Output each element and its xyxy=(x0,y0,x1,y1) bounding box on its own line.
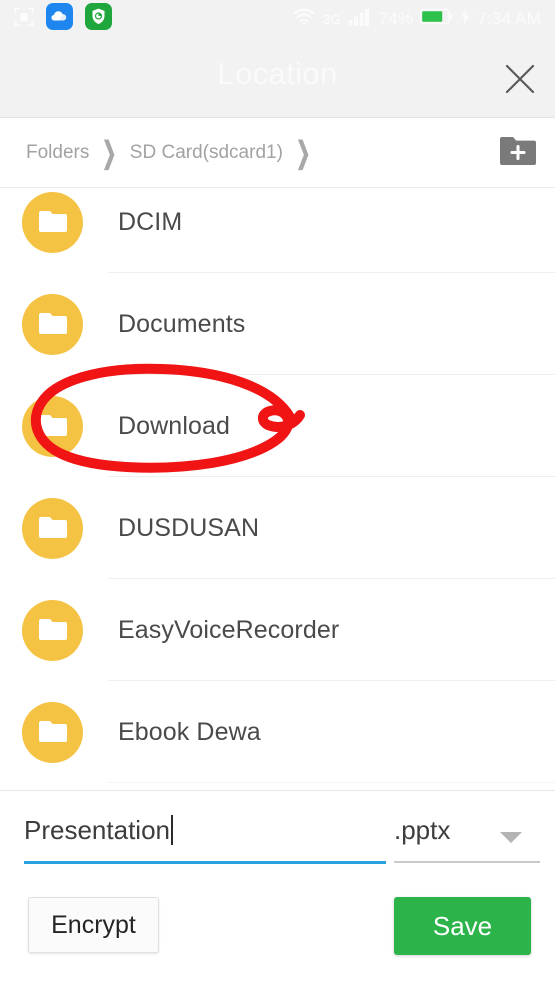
title-bar: Location xyxy=(0,38,555,118)
breadcrumb: Folders ❯ SD Card(sdcard1) ❯ xyxy=(0,118,555,188)
clock-label: 7:34 AM xyxy=(477,9,541,28)
folder-list-inner: DCIM Documents Download DUSDUSAN EasyVoi… xyxy=(0,189,555,783)
new-folder-button[interactable] xyxy=(495,133,541,173)
list-item-label: Documents xyxy=(118,309,246,338)
chevron-right-icon: ❯ xyxy=(295,134,311,169)
status-bar: 3G 74% 7:34 AM xyxy=(0,0,555,38)
folder-icon xyxy=(22,293,83,355)
folder-icon xyxy=(22,395,83,457)
battery-percent-label: 74% xyxy=(378,9,414,28)
charging-bolt-icon xyxy=(461,8,470,30)
list-item-label: Ebook Dewa xyxy=(118,717,261,746)
status-bar-right-indicators: 3G 74% 7:34 AM xyxy=(292,7,541,31)
filename-value: Presentation xyxy=(24,815,170,845)
wifi-icon xyxy=(292,7,316,31)
status-bar-left-icons xyxy=(14,3,112,35)
close-dialog-button[interactable] xyxy=(499,60,541,102)
cloud-app-icon xyxy=(46,3,73,35)
battery-charging-icon xyxy=(419,8,454,30)
list-item-download[interactable]: Download xyxy=(0,375,555,477)
folder-icon xyxy=(22,599,83,661)
save-button[interactable]: Save xyxy=(394,897,531,955)
chevron-right-icon: ❯ xyxy=(102,134,117,169)
list-item[interactable]: EasyVoiceRecorder xyxy=(0,579,555,681)
list-item[interactable]: Documents xyxy=(0,273,555,375)
list-item-label: Download xyxy=(118,411,230,440)
list-item-label: DCIM xyxy=(118,207,183,236)
close-icon xyxy=(503,62,537,101)
network-type-label: 3G xyxy=(323,11,341,27)
folder-icon xyxy=(22,701,83,763)
screenshot-capture-icon xyxy=(14,7,34,32)
extension-dropdown[interactable]: .pptx xyxy=(394,815,540,863)
save-panel: Presentation .pptx Encrypt Save xyxy=(0,790,555,986)
folder-list[interactable]: DCIM Documents Download DUSDUSAN EasyVoi… xyxy=(0,189,555,790)
breadcrumb-item-folders[interactable]: Folders xyxy=(26,142,89,164)
filename-row: Presentation .pptx xyxy=(0,815,555,877)
extension-underline xyxy=(394,861,540,863)
new-folder-icon xyxy=(499,134,537,172)
list-item-label: DUSDUSAN xyxy=(118,513,260,542)
filename-underline xyxy=(24,861,386,864)
list-item-label: EasyVoiceRecorder xyxy=(118,615,340,644)
page-title: Location xyxy=(217,56,338,91)
extension-value: .pptx xyxy=(394,815,451,845)
filename-field[interactable]: Presentation xyxy=(24,815,386,864)
signal-bars-icon xyxy=(348,8,372,31)
chevron-down-icon xyxy=(498,829,524,850)
text-cursor xyxy=(170,815,173,845)
breadcrumb-trail: Folders ❯ SD Card(sdcard1) ❯ xyxy=(26,135,312,169)
list-item[interactable]: Ebook Dewa xyxy=(0,681,555,783)
action-buttons: Encrypt Save xyxy=(0,894,555,964)
encrypt-button[interactable]: Encrypt xyxy=(28,897,159,953)
list-item[interactable]: DCIM xyxy=(0,189,555,273)
breadcrumb-item-sdcard[interactable]: SD Card(sdcard1) xyxy=(130,142,283,164)
security-shield-app-icon xyxy=(85,3,112,35)
folder-icon xyxy=(22,191,83,253)
folder-icon xyxy=(22,497,83,559)
list-item[interactable]: DUSDUSAN xyxy=(0,477,555,579)
